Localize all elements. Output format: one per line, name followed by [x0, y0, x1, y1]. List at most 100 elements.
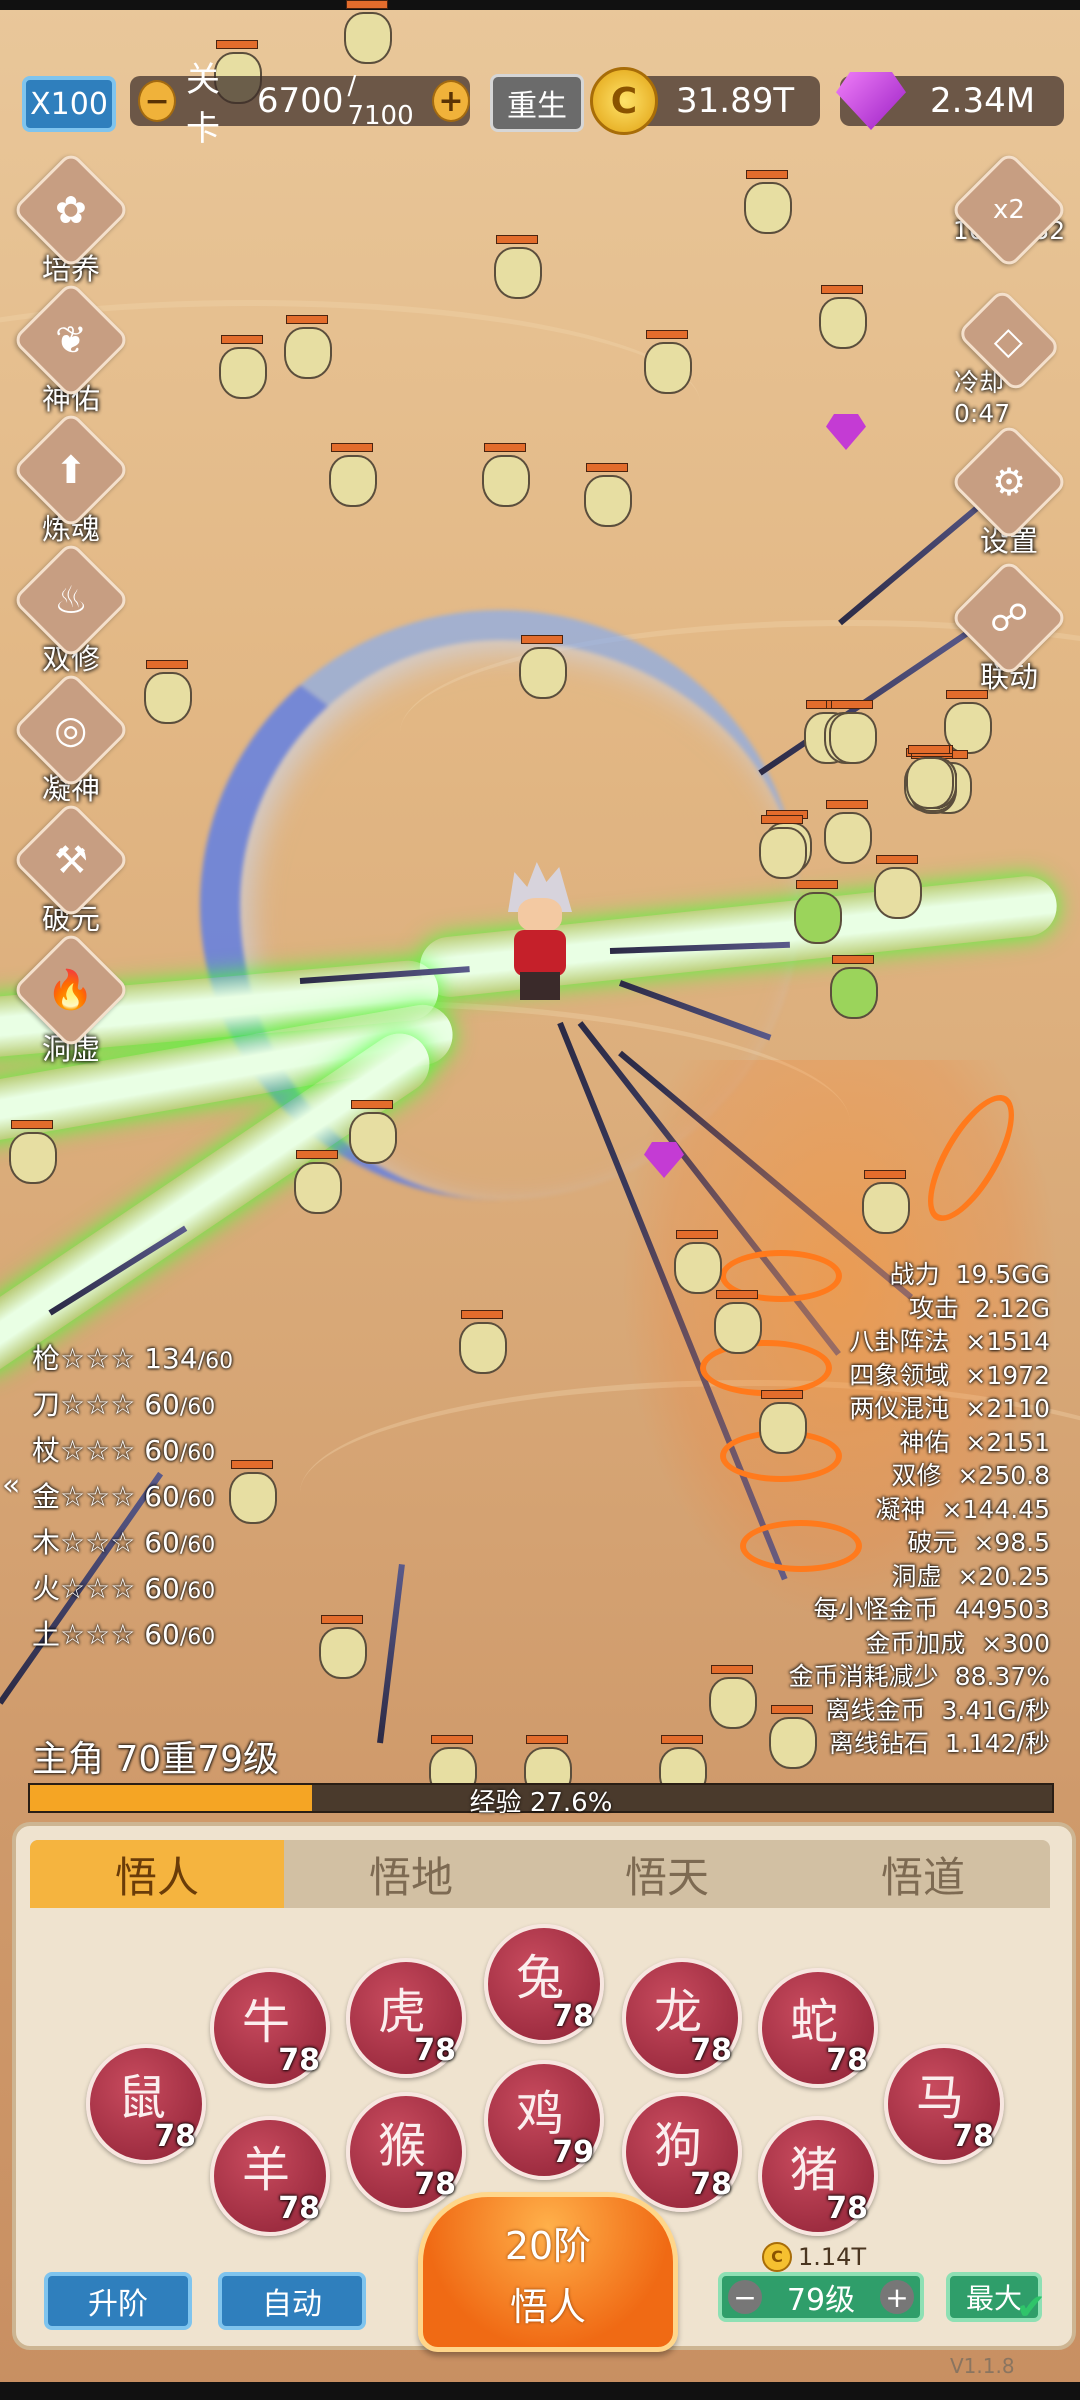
main-tier-button[interactable]: 20阶 悟人	[418, 2192, 678, 2352]
game-stage[interactable]: X100 − 关卡 6700 / 7100 + 重生 C 31.89T 2.34…	[0, 0, 1080, 2400]
combat-stat-row: 凝神 ×144.45	[789, 1493, 1050, 1527]
enemy[interactable]	[580, 463, 632, 527]
weapon-stat-row: 刀☆☆☆ 60/60	[32, 1383, 233, 1429]
side-menu-break[interactable]: ⚒ 破元	[11, 800, 131, 938]
enemy[interactable]	[345, 1100, 397, 1164]
zodiac-rabbit[interactable]: 兔 78	[484, 1924, 604, 2044]
stat-label: 每小怪金币	[813, 1595, 939, 1624]
zodiac-pig[interactable]: 猪 78	[758, 2116, 878, 2236]
zodiac-rooster[interactable]: 鸡 79	[484, 2060, 604, 2180]
stat-label: 洞虚	[891, 1561, 942, 1591]
enemy[interactable]	[870, 855, 922, 919]
enemy[interactable]	[290, 1150, 342, 1214]
gem-reward-button[interactable]: ◇ 冷却 0:47	[954, 287, 1064, 428]
enemy[interactable]	[5, 1120, 57, 1184]
enemy[interactable]	[820, 800, 872, 864]
money-bag-icon: x2	[949, 150, 1069, 270]
zodiac-tiger[interactable]: 虎 78	[346, 1958, 466, 2078]
weapon-stat-row: 金☆☆☆ 60/60	[32, 1475, 233, 1521]
stat-value: 88.37%	[954, 1662, 1050, 1691]
link-button[interactable]: ☍ 联动	[949, 558, 1069, 696]
enemy[interactable]	[490, 235, 542, 299]
zodiac-goat[interactable]: 羊 78	[210, 2116, 330, 2236]
upgrade-tier-button[interactable]: 升阶	[44, 2272, 192, 2330]
enemy[interactable]	[902, 745, 954, 809]
combat-stat-row: 四象领域 ×1972	[789, 1359, 1050, 1393]
speed-label: X100	[30, 86, 108, 122]
stat-value: 2.12G	[974, 1293, 1050, 1323]
stat-value: ×2151	[965, 1427, 1050, 1457]
side-menu-refine-soul[interactable]: ⬆ 炼魂	[11, 410, 131, 548]
zodiac-monkey[interactable]: 猴 78	[346, 2092, 466, 2212]
gem-drop-icon[interactable]	[826, 414, 866, 450]
enemy[interactable]	[340, 0, 392, 64]
enemy[interactable]	[858, 1170, 910, 1234]
rebirth-button[interactable]: 重生	[490, 74, 584, 132]
weapon-stat-row: 土☆☆☆ 60/60	[32, 1613, 233, 1659]
level-plus-button[interactable]: +	[880, 2280, 914, 2314]
enemy[interactable]	[325, 443, 377, 507]
gold-amount: 31.89T	[676, 81, 795, 121]
collapse-arrow-icon[interactable]: «	[2, 1468, 20, 1503]
stage-prev-button[interactable]: −	[138, 80, 177, 122]
zodiac-level: 78	[826, 2043, 868, 2078]
side-menu-blessing[interactable]: ❦ 神佑	[11, 280, 131, 418]
enemy[interactable]	[826, 955, 878, 1019]
tab-heaven[interactable]: 悟天	[540, 1840, 794, 1908]
arrow-up-icon: ⬆	[11, 410, 131, 530]
side-menu-cultivate[interactable]: ✿ 培养	[11, 150, 131, 288]
enemy[interactable]	[515, 635, 567, 699]
enemy[interactable]	[455, 1310, 507, 1374]
enemy[interactable]	[815, 285, 867, 349]
hero-character	[500, 862, 580, 1002]
stat-value: ×98.5	[973, 1528, 1050, 1557]
weapon-name: 火☆☆☆	[32, 1572, 136, 1605]
zodiac-snake[interactable]: 蛇 78	[758, 1968, 878, 2088]
enemy[interactable]	[790, 880, 842, 944]
main-tier-line2: 悟人	[509, 2285, 586, 2329]
enemy[interactable]	[640, 330, 692, 394]
stat-value: ×2110	[965, 1394, 1050, 1423]
tab-dao[interactable]: 悟道	[796, 1840, 1050, 1908]
zodiac-ox[interactable]: 牛 78	[210, 1968, 330, 2088]
enemy[interactable]	[280, 315, 332, 379]
weapon-max: /60	[179, 1579, 216, 1604]
side-menu-dual-cultivation[interactable]: ♨ 双修	[11, 540, 131, 678]
enemy[interactable]	[215, 335, 267, 399]
enemy[interactable]	[315, 1615, 367, 1679]
speed-button[interactable]: X100	[22, 76, 116, 132]
enemy[interactable]	[670, 1230, 722, 1294]
tab-human[interactable]: 悟人	[30, 1840, 284, 1908]
weapon-value: 60	[144, 1480, 180, 1513]
stat-label: 离线钻石	[828, 1729, 929, 1758]
max-button[interactable]: 最大 ✔	[946, 2272, 1046, 2328]
upgrade-cost: C 1.14T	[762, 2242, 866, 2272]
enemy[interactable]	[940, 690, 992, 754]
zodiac-level: 78	[414, 2167, 456, 2202]
tab-earth[interactable]: 悟地	[284, 1840, 538, 1908]
enemy[interactable]	[825, 700, 877, 764]
gear-icon: ⚙	[949, 422, 1069, 542]
enemy[interactable]	[710, 1290, 762, 1354]
auto-button[interactable]: 自动	[218, 2272, 366, 2330]
zodiac-rat[interactable]: 鼠 78	[86, 2044, 206, 2164]
settings-button[interactable]: ⚙ 设置	[949, 422, 1069, 560]
stat-label: 破元	[907, 1528, 958, 1557]
double-bonus-button[interactable]: x2 16:00:32	[949, 150, 1069, 288]
level-minus-button[interactable]: −	[728, 2280, 762, 2314]
combat-stat-row: 每小怪金币 449503	[789, 1593, 1050, 1627]
stage-next-button[interactable]: +	[431, 80, 470, 122]
enemy[interactable]	[478, 443, 530, 507]
zodiac-dog[interactable]: 狗 78	[622, 2092, 742, 2212]
enemy[interactable]	[140, 660, 192, 724]
zodiac-dragon[interactable]: 龙 78	[622, 1958, 742, 2078]
zodiac-level: 79	[552, 2135, 594, 2170]
side-menu-void[interactable]: 🔥 洞虚	[11, 930, 131, 1068]
enemy[interactable]	[755, 815, 807, 879]
zodiac-horse[interactable]: 马 78	[884, 2044, 1004, 2164]
enemy[interactable]	[705, 1665, 757, 1729]
weapon-value: 60	[144, 1618, 180, 1651]
combat-stats: 战力 19.5GG 攻击 2.12G 八卦阵法 ×1514 四象领域 ×1972 两仪混…	[789, 1258, 1050, 1761]
enemy[interactable]	[740, 170, 792, 234]
side-menu-focus[interactable]: ◎ 凝神	[11, 670, 131, 808]
